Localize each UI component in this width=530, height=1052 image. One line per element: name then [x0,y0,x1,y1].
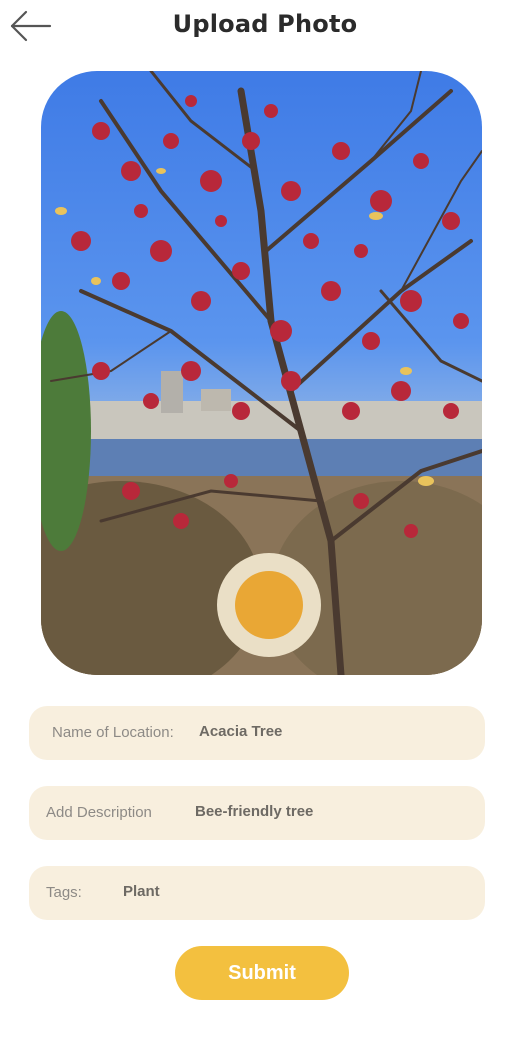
submit-button[interactable]: Submit [175,946,349,1000]
shutter-button[interactable] [217,553,321,657]
tags-label: Tags: [46,884,82,901]
photo-preview [41,71,482,675]
tags-field[interactable]: Tags: Plant [29,866,485,920]
page-title: Upload Photo [172,10,358,38]
location-field[interactable]: Name of Location: Acacia Tree [29,706,485,760]
location-value: Acacia Tree [199,723,283,740]
description-field[interactable]: Add Description Bee-friendly tree [29,786,485,840]
description-value: Bee-friendly tree [195,803,314,820]
description-label: Add Description [46,804,152,821]
shutter-button-icon [235,571,303,639]
location-label: Name of Location: [52,724,174,741]
tags-value: Plant [123,883,160,900]
